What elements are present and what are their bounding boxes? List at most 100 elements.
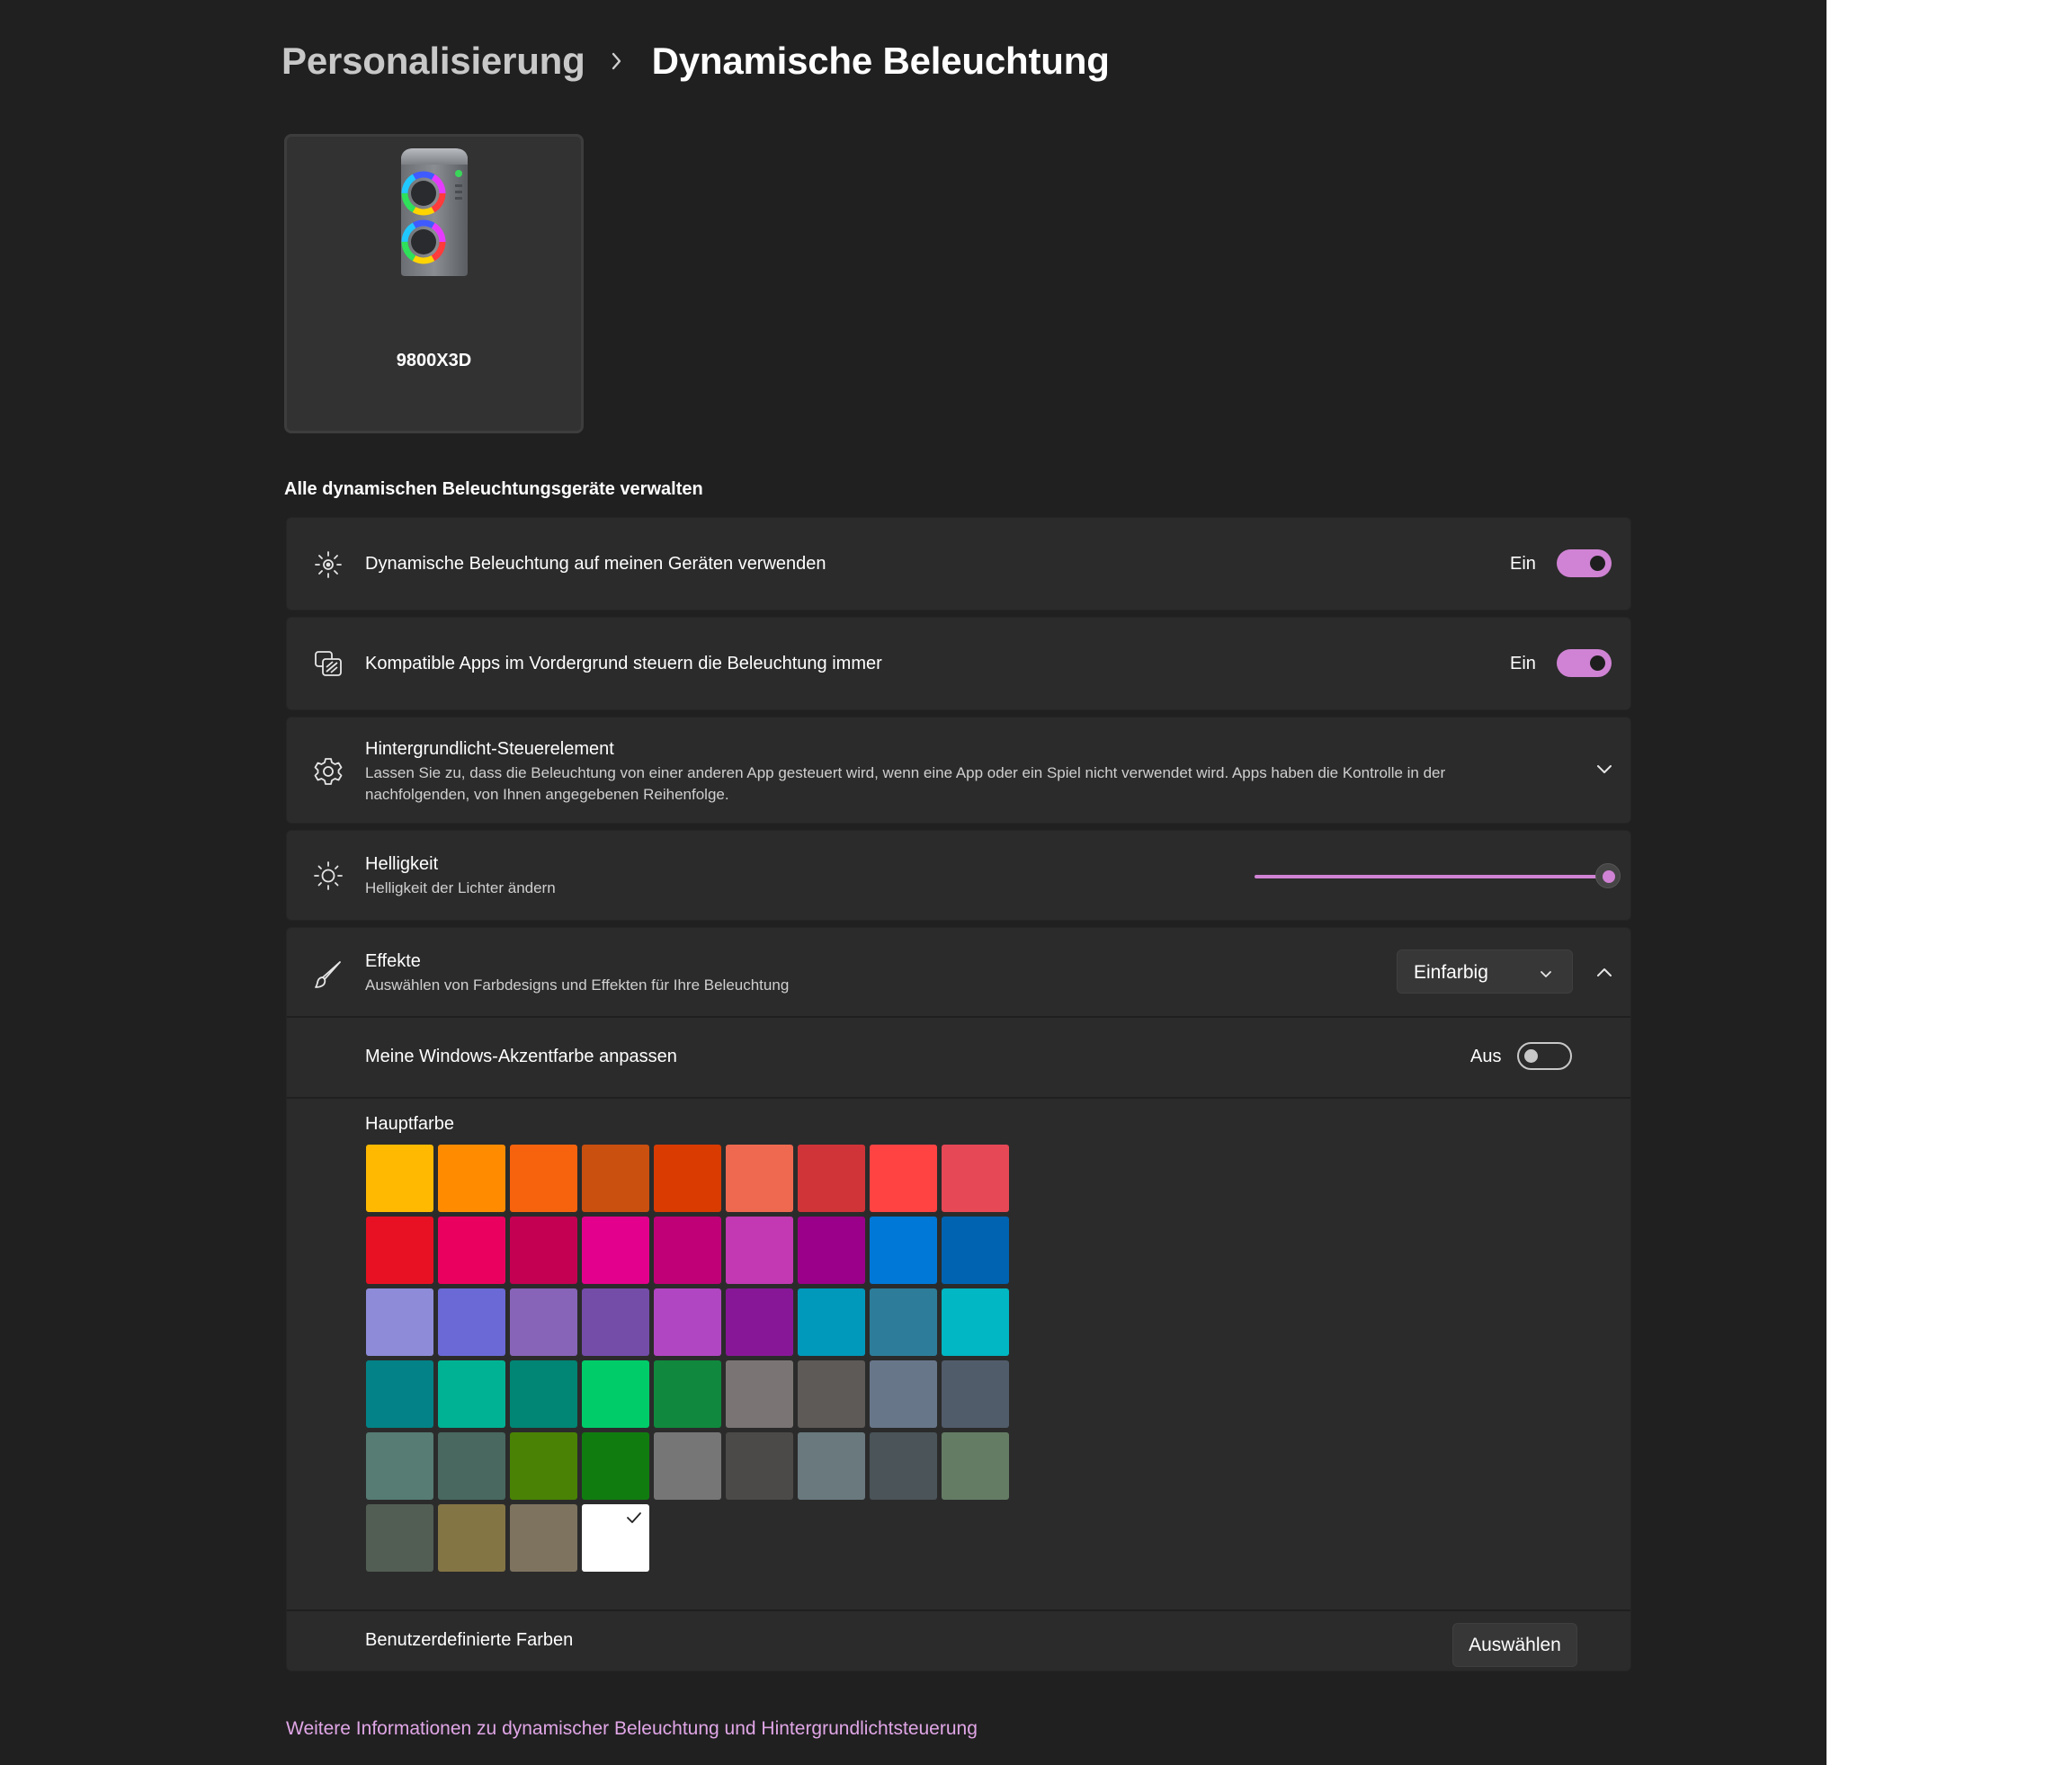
chevron-down-icon[interactable] xyxy=(1595,763,1613,780)
gear-icon xyxy=(310,753,346,789)
device-card[interactable]: 9800X3D xyxy=(284,134,584,433)
setting-use-dynamic-lighting: Dynamische Beleuchtung auf meinen Geräte… xyxy=(286,517,1631,611)
color-swatch[interactable] xyxy=(654,1360,721,1428)
color-swatch[interactable] xyxy=(654,1217,721,1284)
color-swatch[interactable] xyxy=(726,1432,793,1500)
color-swatch[interactable] xyxy=(366,1504,433,1572)
color-swatch-grid xyxy=(366,1145,1009,1572)
color-swatch[interactable] xyxy=(510,1432,577,1500)
color-swatch[interactable] xyxy=(870,1288,937,1356)
color-swatch[interactable] xyxy=(654,1288,721,1356)
section-title: Alle dynamischen Beleuchtungsgeräte verw… xyxy=(284,479,703,499)
setting-description: Helligkeit der Lichter ändern xyxy=(365,879,556,896)
custom-colors-label: Benutzerdefinierte Farben xyxy=(365,1630,574,1650)
color-swatch[interactable] xyxy=(870,1360,937,1428)
color-swatch[interactable] xyxy=(798,1145,865,1212)
color-swatch[interactable] xyxy=(942,1145,1009,1212)
color-swatch[interactable] xyxy=(366,1217,433,1284)
setting-title: Helligkeit xyxy=(365,854,439,874)
setting-background-control[interactable]: Hintergrundlicht-Steuerelement Lassen Si… xyxy=(286,717,1631,824)
color-swatch[interactable] xyxy=(510,1145,577,1212)
learn-more-link[interactable]: Weitere Informationen zu dynamischer Bel… xyxy=(286,1718,978,1740)
color-swatch[interactable] xyxy=(798,1432,865,1500)
color-swatch[interactable] xyxy=(510,1217,577,1284)
setting-title: Kompatible Apps im Vordergrund steuern d… xyxy=(365,654,882,673)
checkmark-icon xyxy=(626,1511,642,1529)
setting-compatible-apps: Kompatible Apps im Vordergrund steuern d… xyxy=(286,617,1631,710)
setting-effects: Effekte Auswählen von Farbdesigns und Ef… xyxy=(286,927,1631,1671)
setting-description: Auswählen von Farbdesigns und Effekten f… xyxy=(365,976,790,994)
color-swatch[interactable] xyxy=(870,1432,937,1500)
color-swatch[interactable] xyxy=(510,1360,577,1428)
setting-title: Dynamische Beleuchtung auf meinen Geräte… xyxy=(365,554,826,574)
color-swatch[interactable] xyxy=(654,1145,721,1212)
settings-window: Personalisierung Dynamische Beleuchtung xyxy=(0,0,1826,1765)
accent-color-toggle[interactable] xyxy=(1517,1042,1572,1070)
color-swatch[interactable] xyxy=(582,1432,649,1500)
brightness-slider-thumb[interactable] xyxy=(1595,863,1621,888)
color-swatch[interactable] xyxy=(438,1504,505,1572)
color-swatch-selected[interactable] xyxy=(582,1504,649,1572)
color-swatch[interactable] xyxy=(654,1432,721,1500)
color-swatch[interactable] xyxy=(870,1145,937,1212)
color-swatch[interactable] xyxy=(582,1217,649,1284)
color-swatch[interactable] xyxy=(726,1288,793,1356)
divider xyxy=(287,1609,1630,1611)
setting-brightness: Helligkeit Helligkeit der Lichter ändern xyxy=(286,830,1631,921)
divider xyxy=(287,1016,1630,1018)
color-swatch[interactable] xyxy=(366,1288,433,1356)
color-swatch[interactable] xyxy=(942,1217,1009,1284)
color-swatch[interactable] xyxy=(942,1432,1009,1500)
chevron-right-icon xyxy=(611,51,623,71)
accent-color-label: Meine Windows-Akzentfarbe anpassen xyxy=(365,1047,677,1066)
color-swatch[interactable] xyxy=(798,1288,865,1356)
color-swatch[interactable] xyxy=(726,1217,793,1284)
color-swatch[interactable] xyxy=(438,1288,505,1356)
color-swatch[interactable] xyxy=(438,1360,505,1428)
lighting-icon xyxy=(310,547,346,583)
setting-title: Hintergrundlicht-Steuerelement xyxy=(365,739,614,759)
brush-icon xyxy=(310,957,346,993)
color-swatch[interactable] xyxy=(942,1288,1009,1356)
chevron-up-icon[interactable] xyxy=(1595,966,1613,983)
brightness-slider-track[interactable] xyxy=(1255,875,1608,878)
color-swatch[interactable] xyxy=(366,1145,433,1212)
toggle-state-label: Ein xyxy=(1510,554,1536,574)
effect-dropdown[interactable]: Einfarbig xyxy=(1397,949,1573,994)
toggle-state-label: Ein xyxy=(1510,654,1536,673)
effect-dropdown-value: Einfarbig xyxy=(1414,962,1488,983)
divider xyxy=(287,1097,1630,1099)
color-swatch[interactable] xyxy=(438,1432,505,1500)
color-swatch[interactable] xyxy=(726,1360,793,1428)
color-swatch[interactable] xyxy=(582,1360,649,1428)
choose-custom-color-button[interactable]: Auswählen xyxy=(1452,1623,1577,1667)
main-color-label: Hauptfarbe xyxy=(365,1114,454,1134)
breadcrumb-parent[interactable]: Personalisierung xyxy=(281,40,585,83)
toggle-state-label: Aus xyxy=(1470,1047,1502,1066)
setting-description-line1: Lassen Sie zu, dass die Beleuchtung von … xyxy=(365,764,1446,781)
dynamic-lighting-toggle[interactable] xyxy=(1557,549,1612,577)
color-swatch[interactable] xyxy=(798,1360,865,1428)
color-swatch[interactable] xyxy=(366,1432,433,1500)
color-swatch[interactable] xyxy=(510,1288,577,1356)
apps-control-icon xyxy=(310,646,346,682)
setting-description-line2: nachfolgenden, von Ihnen angegebenen Rei… xyxy=(365,786,729,803)
color-swatch[interactable] xyxy=(438,1217,505,1284)
compatible-apps-toggle[interactable] xyxy=(1557,649,1612,677)
color-swatch[interactable] xyxy=(942,1360,1009,1428)
color-swatch[interactable] xyxy=(582,1145,649,1212)
color-swatch[interactable] xyxy=(726,1145,793,1212)
page-title: Dynamische Beleuchtung xyxy=(651,40,1110,82)
chevron-down-icon xyxy=(1540,967,1552,984)
color-swatch[interactable] xyxy=(438,1145,505,1212)
sun-icon xyxy=(310,858,346,894)
color-swatch[interactable] xyxy=(870,1217,937,1284)
color-swatch[interactable] xyxy=(366,1360,433,1428)
device-name: 9800X3D xyxy=(396,351,472,370)
breadcrumb: Personalisierung Dynamische Beleuchtung xyxy=(281,40,1110,83)
color-swatch[interactable] xyxy=(798,1217,865,1284)
color-swatch[interactable] xyxy=(510,1504,577,1572)
setting-title: Effekte xyxy=(365,951,421,971)
color-swatch[interactable] xyxy=(582,1288,649,1356)
pc-tower-rgb-icon xyxy=(394,145,475,284)
